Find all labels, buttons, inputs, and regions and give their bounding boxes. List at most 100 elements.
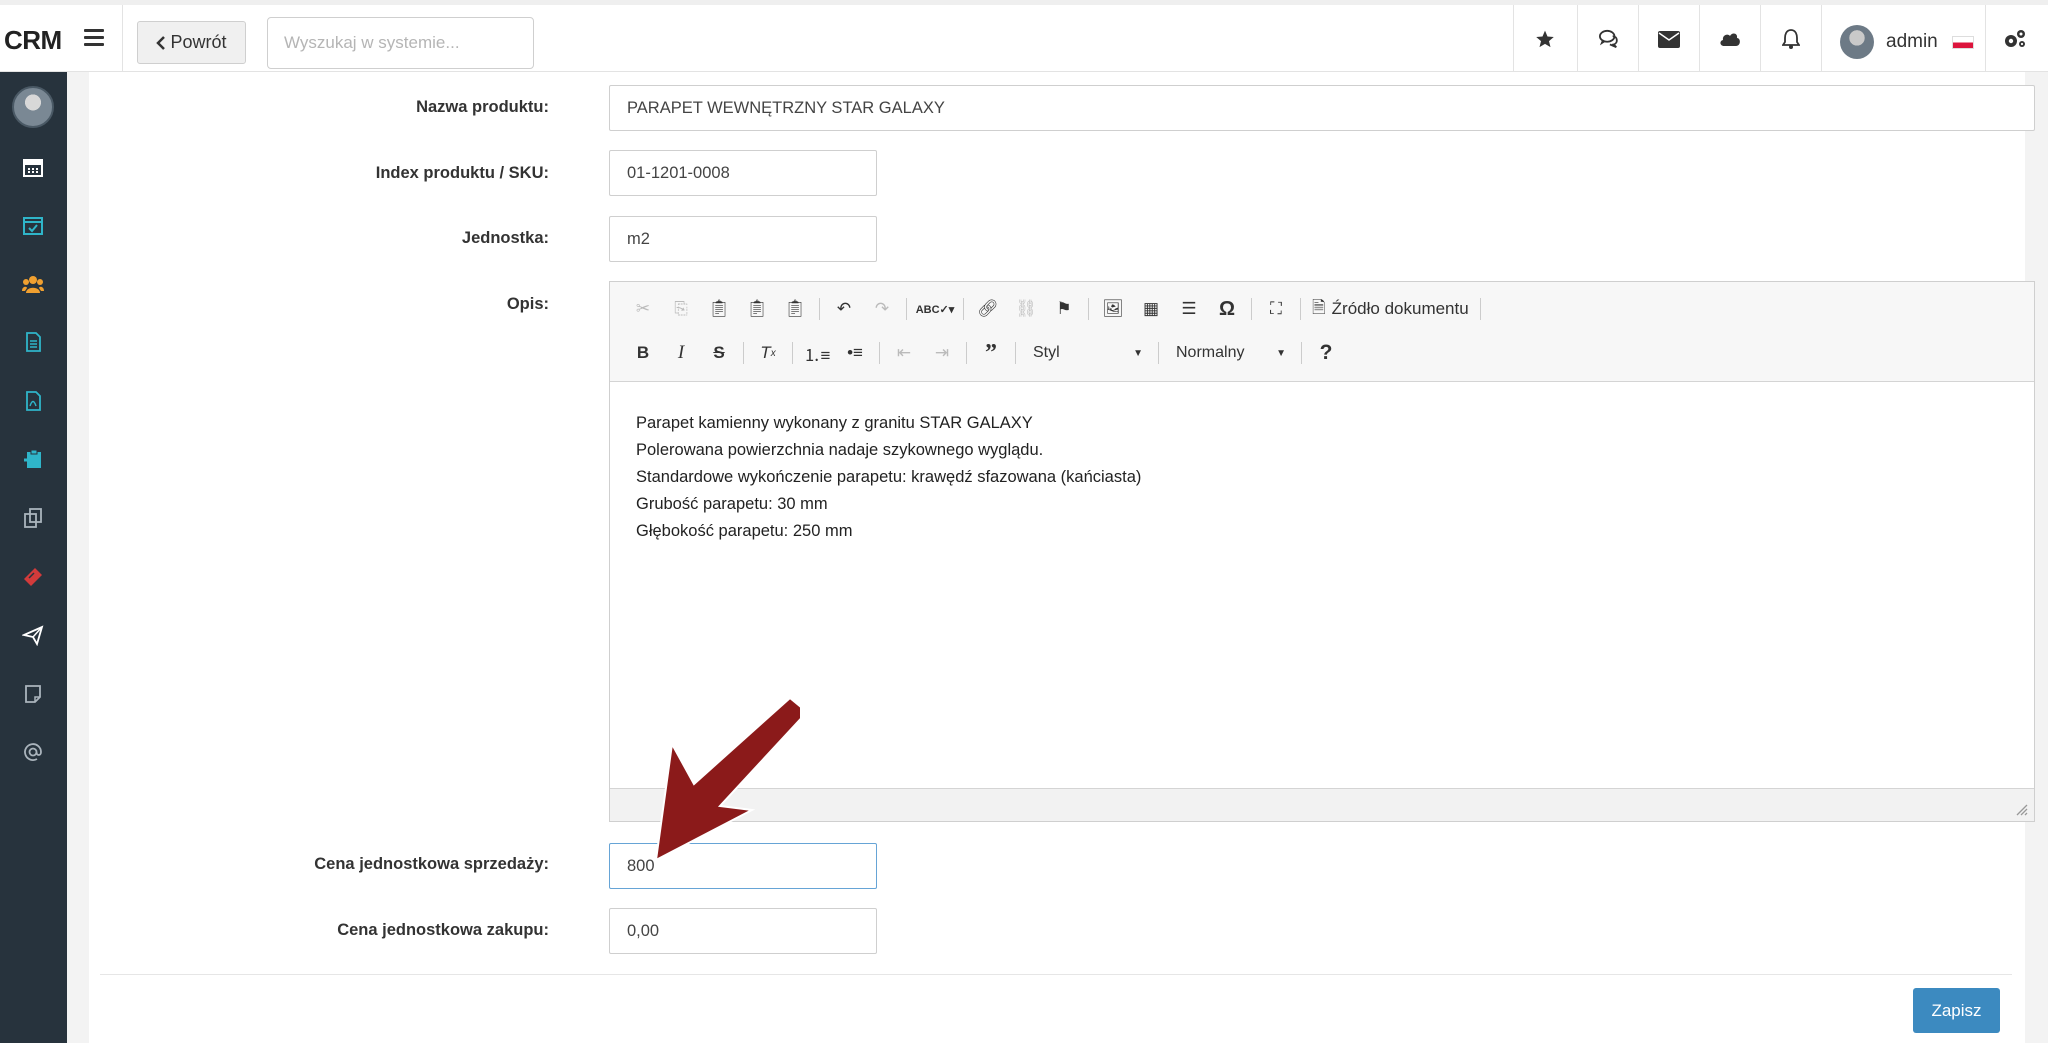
divider	[1821, 5, 1822, 72]
product-form-panel: Nazwa produktu: PARAPET WEWNĘTRZNY STAR …	[89, 72, 2035, 1043]
undo-icon[interactable]: ↶	[827, 294, 861, 324]
brand-logo[interactable]: CRM	[4, 25, 62, 56]
chevron-left-icon	[156, 35, 166, 50]
users-icon[interactable]	[22, 273, 44, 295]
pdf-icon[interactable]	[22, 390, 44, 412]
divider	[879, 342, 880, 364]
poland-flag-icon	[1951, 35, 1974, 49]
top-bar: CRM Powrót admin	[0, 0, 2048, 72]
style-select-value: Styl	[1033, 344, 1060, 361]
indent-icon[interactable]: ⇥	[925, 338, 959, 368]
clipboard-icon[interactable]	[22, 448, 44, 470]
paste-word-icon[interactable]: 📋︎	[778, 294, 812, 324]
format-select[interactable]: Normalny ▼	[1166, 338, 1294, 368]
paper-plane-icon[interactable]	[22, 624, 44, 646]
divider	[1300, 298, 1301, 320]
remove-format-icon[interactable]: Tx	[751, 338, 785, 368]
copy-icon[interactable]	[22, 507, 44, 529]
divider	[1015, 342, 1016, 364]
back-button[interactable]: Powrót	[137, 21, 246, 64]
ticket-icon[interactable]	[22, 566, 44, 588]
buy-price-label: Cena jednostkowa zakupu:	[337, 921, 549, 939]
chat-icon[interactable]	[1589, 19, 1629, 59]
editor-content[interactable]: Parapet kamienny wykonany z granitu STAR…	[636, 410, 1141, 545]
paste-text-icon[interactable]: 📋︎	[740, 294, 774, 324]
divider	[1301, 342, 1302, 364]
user-menu[interactable]: admin	[1840, 25, 1974, 59]
divider	[743, 342, 744, 364]
style-select[interactable]: Styl ▼	[1023, 338, 1151, 368]
divider	[1638, 5, 1639, 72]
divider	[1158, 342, 1159, 364]
username: admin	[1886, 31, 1938, 52]
unlink-icon[interactable]: ⛓	[1009, 294, 1043, 324]
unit-label: Jednostka:	[461, 229, 549, 247]
divider	[819, 298, 820, 320]
copy-icon[interactable]: ⎘	[664, 294, 698, 324]
table-icon[interactable]: ▦	[1134, 294, 1168, 324]
divider	[1760, 5, 1761, 72]
paste-icon[interactable]: 📋︎	[702, 294, 736, 324]
source-button-label: Źródło dokumentu	[1331, 299, 1469, 318]
buy-price-field[interactable]: 0,00	[609, 908, 877, 954]
unit-field[interactable]: m2	[609, 216, 877, 262]
redo-icon[interactable]: ↷	[865, 294, 899, 324]
avatar	[1840, 25, 1874, 59]
maximize-icon[interactable]: ⛶	[1259, 294, 1293, 324]
editor-line: Grubość parapetu: 30 mm	[636, 495, 828, 513]
product-name-field[interactable]: PARAPET WEWNĘTRZNY STAR GALAXY	[609, 85, 2035, 131]
outdent-icon[interactable]: ⇤	[887, 338, 921, 368]
caret-down-icon: ▼	[1276, 347, 1286, 359]
menu-toggle-icon[interactable]	[84, 29, 104, 49]
format-select-value: Normalny	[1176, 344, 1245, 361]
cloud-icon[interactable]	[1710, 19, 1750, 59]
bulleted-list-icon[interactable]: •≡	[838, 338, 872, 368]
search-input[interactable]	[267, 17, 534, 69]
envelope-icon[interactable]	[1649, 19, 1689, 59]
calendar-icon[interactable]	[22, 156, 44, 178]
divider	[963, 298, 964, 320]
spellcheck-icon[interactable]: ABC✓▾	[914, 294, 956, 324]
avatar[interactable]	[12, 86, 54, 128]
divider	[1479, 298, 1481, 320]
document-icon[interactable]	[22, 331, 44, 353]
editor-toolbar: ✂ ⎘ 📋︎ 📋︎ 📋︎ ↶ ↷ ABC✓▾ 🔗︎ ⛓ ⚑ 🖼︎ ▦ ☰ Ω ⛶…	[610, 282, 2034, 382]
divider	[906, 298, 907, 320]
divider	[122, 5, 123, 72]
link-icon[interactable]: 🔗︎	[971, 294, 1005, 324]
help-icon[interactable]: ?	[1309, 338, 1343, 368]
at-icon[interactable]	[22, 741, 44, 763]
anchor-flag-icon[interactable]: ⚑	[1047, 294, 1081, 324]
note-icon[interactable]	[22, 683, 44, 705]
image-icon[interactable]: 🖼︎	[1096, 294, 1130, 324]
star-icon[interactable]	[1525, 19, 1565, 59]
editor-line: Standardowe wykończenie parapetu: krawęd…	[636, 468, 1142, 486]
italic-icon[interactable]: I	[664, 338, 698, 368]
divider	[1577, 5, 1578, 72]
calendar-check-icon[interactable]	[22, 214, 44, 236]
description-editor: ✂ ⎘ 📋︎ 📋︎ 📋︎ ↶ ↷ ABC✓▾ 🔗︎ ⛓ ⚑ 🖼︎ ▦ ☰ Ω ⛶…	[609, 281, 2035, 822]
horizontal-line-icon[interactable]: ☰	[1172, 294, 1206, 324]
special-char-icon[interactable]: Ω	[1210, 294, 1244, 324]
save-button[interactable]: Zapisz	[1913, 988, 2000, 1033]
bold-icon[interactable]: B	[626, 338, 660, 368]
strikethrough-icon[interactable]: S	[702, 338, 736, 368]
sku-field[interactable]: 01-1201-0008	[609, 150, 877, 196]
divider	[792, 342, 793, 364]
sell-price-label: Cena jednostkowa sprzedaży:	[314, 855, 549, 873]
resize-handle-icon[interactable]	[2016, 804, 2028, 816]
divider	[966, 342, 967, 364]
editor-footer	[610, 788, 2034, 821]
source-button[interactable]: 🗎 Źródło dokumentu	[1308, 294, 1473, 324]
divider	[1251, 298, 1252, 320]
divider	[1985, 5, 1986, 72]
numbered-list-icon[interactable]: ⒈≡	[800, 338, 834, 368]
description-label: Opis:	[506, 295, 549, 313]
divider	[1513, 5, 1514, 72]
editor-line: Głębokość parapetu: 250 mm	[636, 522, 853, 540]
cut-icon[interactable]: ✂	[626, 294, 660, 324]
gears-icon[interactable]	[1995, 19, 2035, 59]
bell-icon[interactable]	[1771, 19, 1811, 59]
editor-line: Parapet kamienny wykonany z granitu STAR…	[636, 414, 1033, 432]
blockquote-icon[interactable]: ”	[974, 338, 1008, 368]
